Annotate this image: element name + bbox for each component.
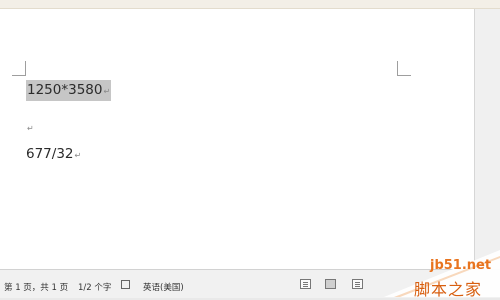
paragraph-mark-icon: ↵ — [103, 87, 111, 96]
crop-mark-top-left-vertical — [25, 61, 26, 75]
watermark-url: jb51.net — [430, 258, 492, 273]
page-count[interactable]: 第 1 页，共 1 页 — [4, 281, 68, 293]
text-line-1[interactable]: 1250*3580↵ — [26, 80, 112, 101]
selected-text[interactable]: 1250*3580↵ — [26, 80, 112, 101]
vertical-scrollbar[interactable] — [475, 9, 500, 269]
crop-mark-top-left — [12, 75, 26, 76]
crop-mark-top-right — [397, 75, 411, 76]
watermark-name: 脚本之家 — [414, 280, 483, 299]
paragraph-mark-icon: ↵ — [27, 124, 34, 133]
proofing-icon[interactable] — [121, 280, 130, 289]
watermark: jb51.net 脚本之家 — [384, 250, 500, 299]
web-layout-icon[interactable] — [352, 279, 363, 289]
document-page[interactable]: 1250*3580↵ ↵ 677/32↵ — [0, 9, 475, 269]
text-line-3[interactable]: 677/32↵ — [26, 146, 81, 162]
ribbon-edge — [0, 0, 500, 9]
language-indicator[interactable]: 英语(美国) — [143, 281, 184, 293]
read-mode-icon[interactable] — [300, 279, 311, 289]
crop-mark-top-right-vertical — [397, 61, 398, 75]
document-area: 1250*3580↵ ↵ 677/32↵ — [0, 9, 500, 269]
word-count[interactable]: 1/2 个字 — [78, 281, 111, 293]
paragraph-mark-icon: ↵ — [74, 151, 82, 160]
print-layout-icon[interactable] — [325, 279, 336, 289]
text-line-2[interactable]: ↵ — [26, 119, 34, 135]
